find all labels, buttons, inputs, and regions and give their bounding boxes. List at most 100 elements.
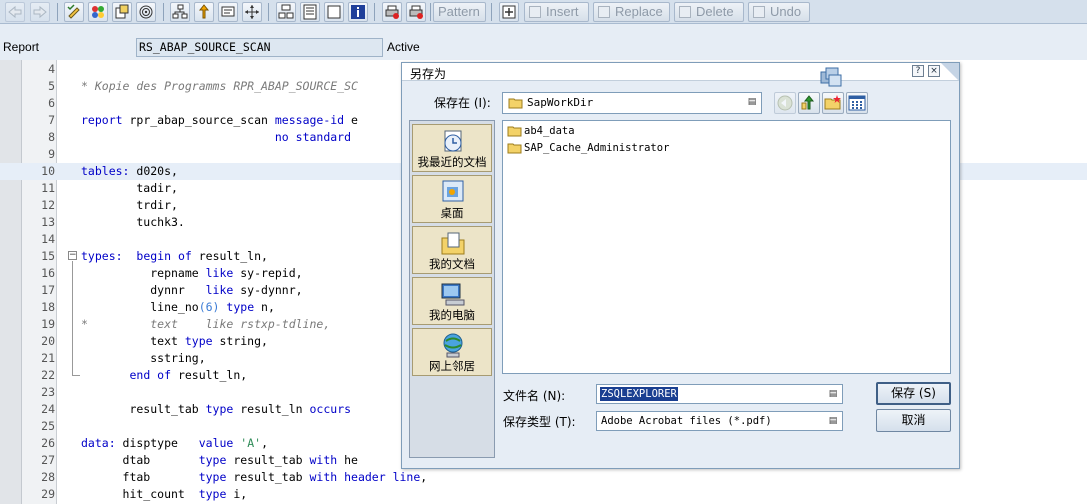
replace-label: Replace [615,4,663,19]
code-text: dynnr like sy-dynnr, [81,282,302,299]
code-token: types: [81,249,123,263]
place-my-documents[interactable]: 我的文档 [412,226,492,274]
chevron-down-icon[interactable]: ▤ [826,414,840,430]
print-icon[interactable] [382,2,402,22]
dialog-titlebar[interactable]: 另存为 ? × [402,63,959,81]
file-type-dropdown[interactable]: Adobe Acrobat files (*.pdf) ▤ [596,411,843,431]
replace-button[interactable]: Replace [593,2,670,22]
code-text: text type string, [81,333,268,350]
code-token: * Kopie des Programms RPR_ABAP_SOURCE_SC [81,79,358,93]
code-text: result_tab type result_ln occurs [81,401,351,418]
line-number: 11 [41,181,55,195]
line-number: 12 [41,198,55,212]
cancel-button[interactable]: 取消 [876,409,951,432]
code-token: line_no [81,300,199,314]
save-button[interactable]: 保存 (S) [876,382,951,405]
block-icon[interactable] [276,2,296,22]
forward-arrow-icon[interactable] [30,2,50,22]
navigation-icon[interactable] [242,2,262,22]
code-text: tuchk3. [81,214,184,231]
code-token: trdir, [81,198,178,212]
code-token: type [198,470,227,484]
code-token: , [420,470,428,484]
file-item-name: ab4_data [524,125,575,137]
place-desktop[interactable]: 桌面 [412,175,492,223]
code-text: repname like sy-repid, [81,265,303,282]
code-token: result_tab [81,402,206,416]
toolbar-separator [268,3,269,21]
place-label: 网上邻居 [429,359,475,373]
object-list-icon[interactable] [136,2,156,22]
back-folder-button[interactable] [774,92,796,114]
fold-guide-end [72,375,80,376]
place-recent-documents[interactable]: 我最近的文档 [412,124,492,172]
pattern-button[interactable]: Pattern [433,2,486,22]
code-token: text [81,334,185,348]
line-number: 6 [48,96,55,110]
code-token: n, [254,300,275,314]
code-line[interactable]: 29 hit_count type i, [0,486,1087,503]
insert-icon [529,6,541,18]
list-item[interactable]: ab4_data [507,123,575,139]
list-item[interactable]: SAP_Cache_Administrator [507,140,669,156]
code-token: with [309,453,338,467]
line-number: 24 [41,402,55,416]
activate-icon[interactable] [88,2,108,22]
places-bar: 我最近的文档 桌面 我的文档 我的电脑 网上邻居 [409,120,495,458]
chevron-down-icon[interactable]: ▤ [826,387,840,403]
undo-label: Undo [770,4,802,19]
code-text: types: begin of result_ln, [81,248,268,265]
frame-icon[interactable] [324,2,344,22]
undo-button[interactable]: Undo [748,2,810,22]
code-line[interactable]: 28 ftab type result_tab with header line… [0,469,1087,486]
file-name-value: ZSQLEXPLORER [600,387,678,401]
hierarchy-icon[interactable] [170,2,190,22]
code-token: * text like rstxp-tdline, [81,317,331,331]
delete-button[interactable]: Delete [674,2,744,22]
fold-guide-line [72,261,73,375]
insert-line-icon[interactable] [499,2,519,22]
toolbar-separator [163,3,164,21]
place-label: 我的文档 [429,257,475,271]
delete-label: Delete [696,4,734,19]
code-token: sy-repid, [233,266,303,280]
info-icon[interactable] [348,2,368,22]
chevron-down-icon[interactable]: ▤ [745,95,759,111]
toolbar-separator [374,3,375,21]
place-my-computer[interactable]: 我的电脑 [412,277,492,325]
line-number: 17 [41,283,55,297]
where-used-icon[interactable] [112,2,132,22]
file-type-label: 保存类型 (T): [503,415,576,429]
view-menu-button[interactable] [846,92,868,114]
insert-button[interactable]: Insert [524,2,589,22]
code-token: type [198,487,227,501]
save-in-dropdown[interactable]: SapWorkDir ▤ [502,92,762,114]
help-icon[interactable]: ? [912,65,924,77]
up-folder-button[interactable] [798,92,820,114]
check-syntax-icon[interactable] [64,2,84,22]
close-icon[interactable]: × [928,65,940,77]
report-name-field[interactable]: RS_ABAP_SOURCE_SCAN [136,38,383,57]
fold-toggle-icon[interactable]: − [68,251,77,260]
folder-icon [508,98,523,109]
find-icon[interactable] [406,2,426,22]
file-list[interactable]: ab4_data SAP_Cache_Administrator [502,120,951,374]
folder-icon [507,143,522,154]
code-token: result_tab [226,470,310,484]
pattern-tools-icon[interactable] [218,2,238,22]
save-as-dialog: 另存为 ? × 保存在 (I): SapWorkDir ▤ 我最近的文档 桌面 [401,62,960,469]
back-arrow-icon[interactable] [5,2,25,22]
insert-statement-icon[interactable] [194,2,214,22]
line-number: 4 [48,62,55,76]
file-name-input[interactable]: ZSQLEXPLORER ▤ [596,384,843,404]
place-network-places[interactable]: 网上邻居 [412,328,492,376]
code-text: sstring, [81,350,205,367]
code-token: type [226,300,255,314]
line-number: 18 [41,300,55,314]
new-folder-button[interactable] [822,92,844,114]
code-token: end of [129,368,172,382]
undo-icon [753,6,765,18]
line-number: 23 [41,385,55,399]
split-screen-icon[interactable] [300,2,320,22]
view-menu-icon [848,95,866,111]
